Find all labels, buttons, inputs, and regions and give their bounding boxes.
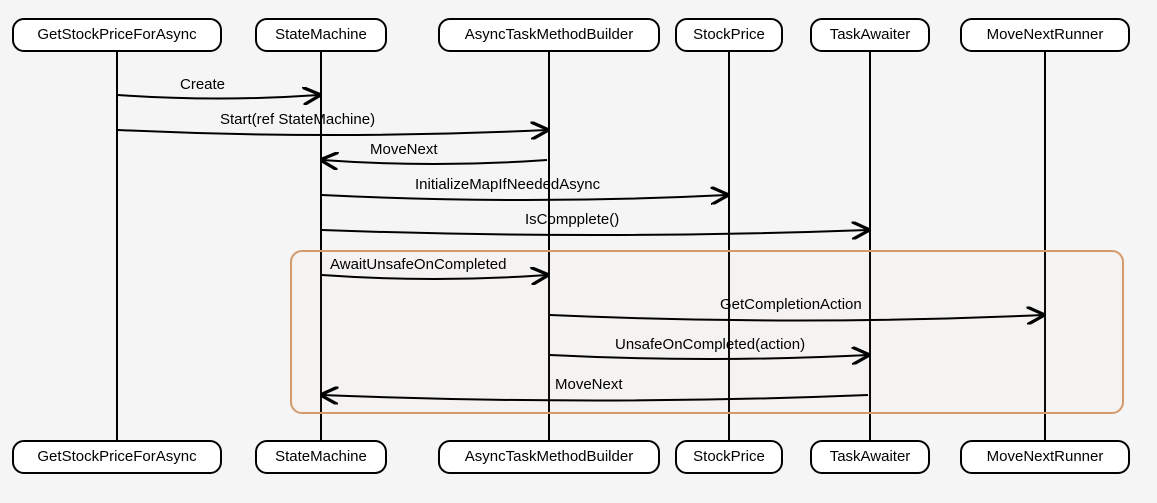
msg-create: Create xyxy=(180,76,225,93)
msg-movenext-1: MoveNext xyxy=(370,141,438,158)
msg-await-unsafe: AwaitUnsafeOnCompleted xyxy=(330,256,506,273)
arrows-layer xyxy=(0,0,1157,503)
msg-init: InitializeMapIfNeededAsync xyxy=(415,176,600,193)
msg-start: Start(ref StateMachine) xyxy=(220,111,375,128)
msg-movenext-2: MoveNext xyxy=(555,376,623,393)
sequence-diagram: GetStockPriceForAsync StateMachine Async… xyxy=(0,0,1157,503)
msg-iscomplete: IsCompplete() xyxy=(525,211,619,228)
msg-unsafe-on-completed: UnsafeOnCompleted(action) xyxy=(615,336,805,353)
msg-get-completion: GetCompletionAction xyxy=(720,296,862,313)
